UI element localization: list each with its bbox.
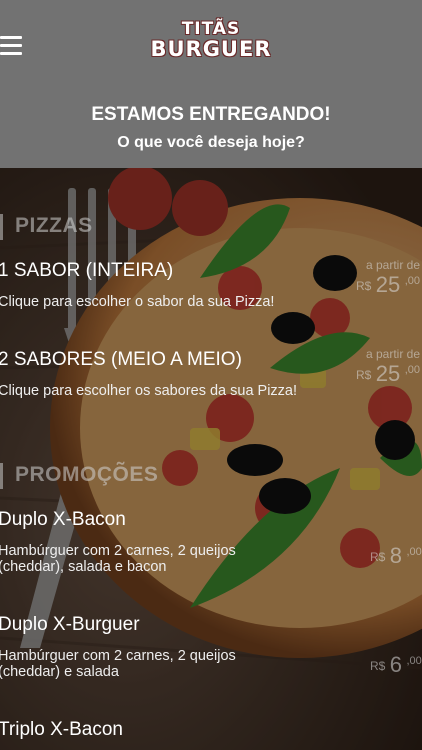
header-subtitle: O que você deseja hoje? (117, 134, 305, 151)
price-value: 25 (375, 272, 401, 297)
price-prefix: a partir de (366, 258, 421, 272)
item-name: Duplo X-Bacon (0, 509, 126, 530)
item-price: R$ 25 ,00 (356, 361, 420, 387)
item-price: R$ 6 ,00 (370, 652, 422, 678)
logo-line-1: TITÃS (181, 19, 241, 39)
item-name: 1 SABOR (INTEIRA) (0, 260, 174, 281)
item-description: Clique para escolher o sabor da sua Pizz… (0, 294, 275, 310)
item-description: Clique para escolher os sabores da sua P… (0, 383, 298, 399)
item-name: Duplo X-Burguer (0, 614, 140, 635)
brand-logo: TITÃS BURGUER (0, 20, 422, 60)
price-prefix: a partir de (366, 347, 421, 361)
price-currency: R$ (370, 550, 386, 564)
menu-item-2-sabores[interactable]: 2 SABORES (MEIO A MEIO) Clique para esco… (0, 347, 422, 409)
item-price: R$ 8 ,00 (370, 543, 422, 569)
item-name: 2 SABORES (MEIO A MEIO) (0, 349, 242, 370)
menu-item-duplo-x-bacon[interactable]: Duplo X-Bacon Hambúrguer com 2 carnes, 2… (0, 509, 422, 579)
header-title: ESTAMOS ENTREGANDO! (91, 104, 331, 125)
price-currency: R$ (356, 279, 372, 293)
menu-list: PIZZAS 1 SABOR (INTEIRA) Clique para esc… (0, 168, 422, 750)
item-description: Hambúrguer com 2 carnes, 2 queijos (ched… (0, 543, 236, 575)
price-value: 6 (389, 652, 403, 677)
price-cents: ,00 (404, 275, 421, 287)
menu-item-duplo-x-burguer[interactable]: Duplo X-Burguer Hambúrguer com 2 carnes,… (0, 614, 422, 684)
logo-line-2: BURGUER (150, 37, 272, 61)
item-price: R$ 25 ,00 (356, 272, 420, 298)
price-currency: R$ (370, 659, 386, 673)
price-value: 8 (389, 543, 403, 568)
item-name: Triplo X-Bacon (0, 719, 123, 740)
item-description: Hambúrguer com 2 carnes, 2 queijos (ched… (0, 648, 236, 680)
price-cents: ,00 (406, 546, 422, 558)
section-header-promocoes: PROMOÇÕES (0, 461, 220, 491)
price-currency: R$ (356, 368, 372, 382)
section-title-pizzas: PIZZAS (15, 214, 93, 237)
section-header-pizzas: PIZZAS (0, 212, 200, 242)
price-cents: ,00 (406, 655, 422, 667)
menu-item-1-sabor[interactable]: 1 SABOR (INTEIRA) Clique para escolher o… (0, 258, 422, 320)
price-cents: ,00 (404, 364, 421, 376)
section-title-promocoes: PROMOÇÕES (15, 463, 159, 486)
app-header: TITÃS BURGUER ESTAMOS ENTREGANDO! O que … (0, 0, 422, 168)
price-value: 25 (375, 361, 401, 386)
menu-item-triplo-x-bacon[interactable]: Triplo X-Bacon (0, 719, 422, 750)
